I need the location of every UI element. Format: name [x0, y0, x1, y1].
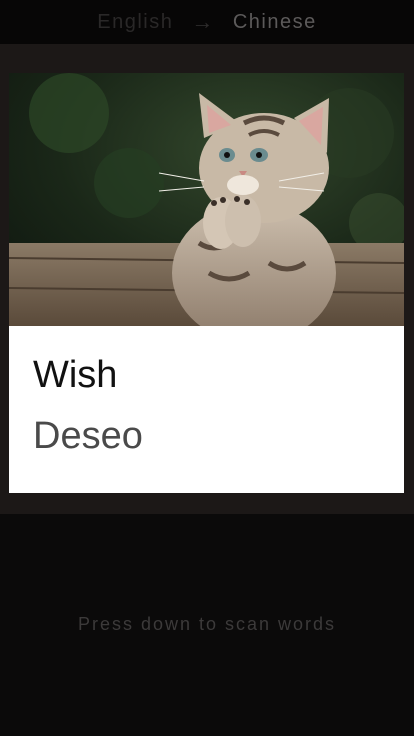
arrow-right-icon: →: [191, 9, 215, 34]
app-screen: English → Chinese Wish Deseo Press down …: [0, 0, 414, 736]
translation-text: Deseo: [33, 415, 143, 457]
word-text: Wish: [33, 354, 118, 396]
kitten-illustration: [9, 73, 404, 326]
kitten-photo: [9, 73, 404, 326]
target-language[interactable]: Chinese: [233, 11, 317, 34]
word-card[interactable]: Wish Deseo: [9, 73, 404, 493]
source-language[interactable]: English: [97, 11, 173, 34]
language-selector-bar: English → Chinese: [0, 0, 414, 44]
scan-hint[interactable]: Press down to scan words: [0, 614, 414, 635]
